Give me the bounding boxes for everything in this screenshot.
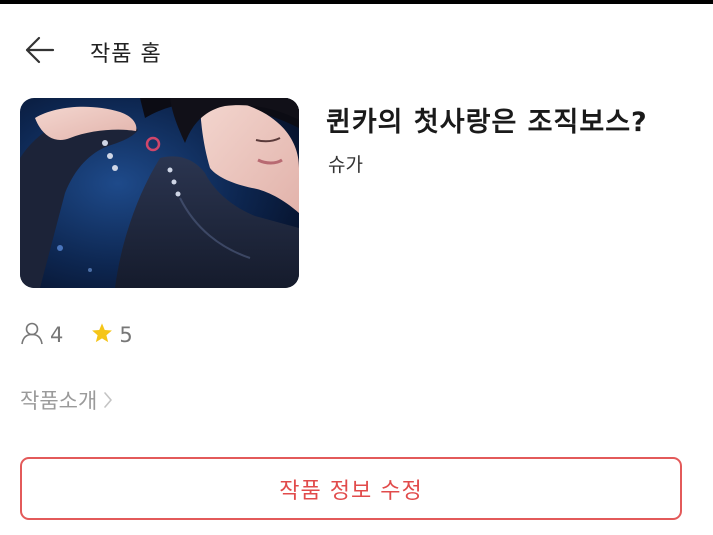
arrow-left-icon: [25, 36, 55, 68]
work-stats: 4 5: [20, 320, 161, 350]
app-header: 작품 홈: [0, 4, 713, 94]
readers-count: 4: [50, 323, 64, 347]
star-icon: [91, 322, 113, 348]
rating-stat: 5: [91, 322, 133, 348]
work-intro-link[interactable]: 작품소개: [20, 385, 113, 415]
person-icon: [20, 321, 44, 349]
author-name[interactable]: 슈가: [328, 150, 363, 177]
page-title: 작품 홈: [90, 42, 162, 67]
intro-label: 작품소개: [20, 389, 98, 413]
work-title: 퀸카의 첫사랑은 조직보스?: [326, 107, 648, 138]
edit-button-label: 작품 정보 수정: [279, 478, 423, 504]
back-button[interactable]: [14, 30, 66, 74]
work-cover-image[interactable]: [20, 98, 299, 288]
edit-work-info-button[interactable]: 작품 정보 수정: [20, 457, 682, 520]
rating-value: 5: [119, 323, 133, 347]
chevron-right-icon: [103, 391, 113, 409]
readers-stat: 4: [20, 321, 63, 349]
